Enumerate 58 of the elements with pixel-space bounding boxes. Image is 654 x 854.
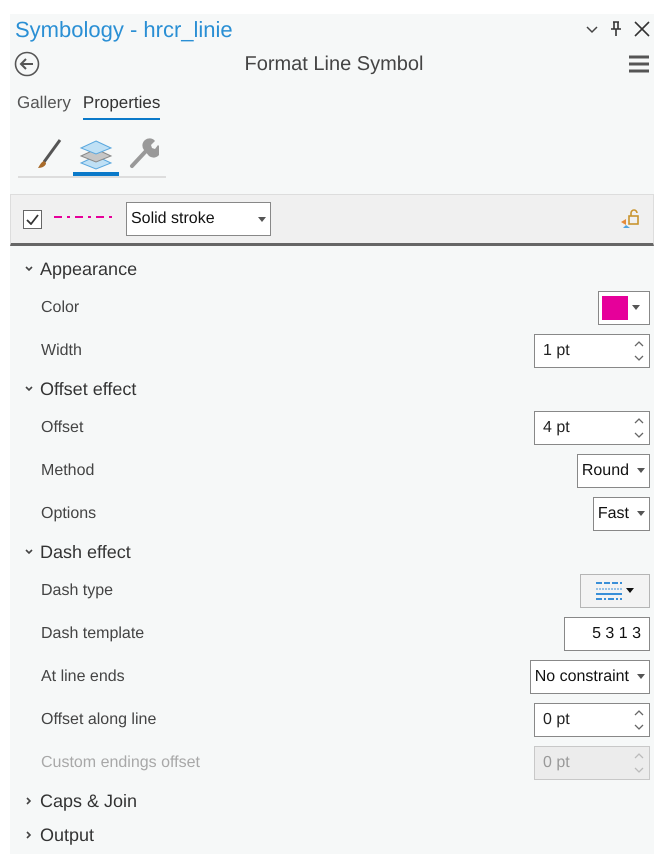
chevron-right-icon	[24, 830, 34, 840]
pane-title: Format Line Symbol	[244, 52, 424, 77]
caret-icon	[258, 216, 266, 222]
layer-type-dropdown[interactable]: Solid stroke	[126, 202, 271, 236]
spin-value: 0 pt	[543, 752, 570, 772]
spin-value: 1 pt	[543, 340, 570, 360]
dropdown-value: Solid stroke	[131, 209, 215, 229]
field-value: 5 3 1 3	[592, 624, 641, 644]
caret-icon	[637, 468, 645, 473]
caret-icon	[632, 305, 640, 310]
dropdown[interactable]: No constraint	[530, 660, 650, 694]
chevron-right-icon	[24, 796, 34, 806]
tab[interactable]: Properties	[82, 90, 160, 120]
chevron-down-icon	[24, 547, 34, 557]
text-field[interactable]: 5 3 1 3	[564, 616, 650, 650]
color-picker[interactable]	[598, 290, 650, 324]
dropdown[interactable]: Fast	[592, 496, 650, 530]
tab[interactable]: Gallery	[17, 90, 71, 120]
dash-type-picker[interactable]	[580, 574, 650, 608]
section-header[interactable]: Caps & Join	[24, 784, 650, 818]
property-label: Offset	[41, 418, 84, 438]
caret-icon	[637, 511, 645, 516]
dropdown-value: Fast	[598, 504, 629, 524]
section-header[interactable]: Offset effect	[24, 372, 650, 406]
caret-icon	[626, 588, 634, 593]
property-label: Custom endings offset	[41, 752, 200, 772]
pin-icon[interactable]	[610, 21, 622, 37]
section-header[interactable]: Output	[24, 818, 650, 852]
spin-value: 0 pt	[543, 710, 570, 730]
window-title: Symbology - hrcr_linie	[15, 16, 233, 44]
property-label: Dash template	[41, 624, 144, 644]
dropdown-value: No constraint	[534, 666, 629, 686]
menu-icon[interactable]	[628, 55, 650, 73]
layers-icon[interactable]	[79, 138, 113, 170]
checkbox[interactable]	[23, 210, 42, 228]
caret-icon	[637, 674, 645, 679]
property-label: Color	[41, 298, 80, 318]
chevron-down-icon[interactable]	[586, 24, 598, 34]
close-icon[interactable]	[634, 21, 650, 37]
spin-field[interactable]: 1 pt	[534, 334, 650, 368]
section-header[interactable]: Dash effect	[24, 535, 650, 569]
dropdown[interactable]: Round	[576, 454, 650, 488]
property-label: Offset along line	[41, 710, 156, 730]
property-label: Method	[41, 460, 94, 480]
spin-field[interactable]: 0 pt	[534, 702, 650, 736]
property-label: At line ends	[41, 666, 125, 686]
section-header[interactable]: Appearance	[24, 252, 650, 286]
chevron-down-icon	[24, 264, 34, 274]
property-label: Dash type	[41, 580, 114, 600]
property-label: Options	[41, 504, 96, 524]
checkmark-icon	[26, 214, 39, 224]
chevron-down-icon	[24, 384, 34, 394]
dropdown-value: Round	[582, 460, 629, 480]
back-icon[interactable]	[14, 51, 40, 77]
dash-pattern-icon	[596, 580, 622, 600]
spin-field[interactable]: 4 pt	[534, 410, 650, 444]
spin-value: 4 pt	[543, 418, 570, 438]
property-label: Width	[41, 340, 82, 360]
